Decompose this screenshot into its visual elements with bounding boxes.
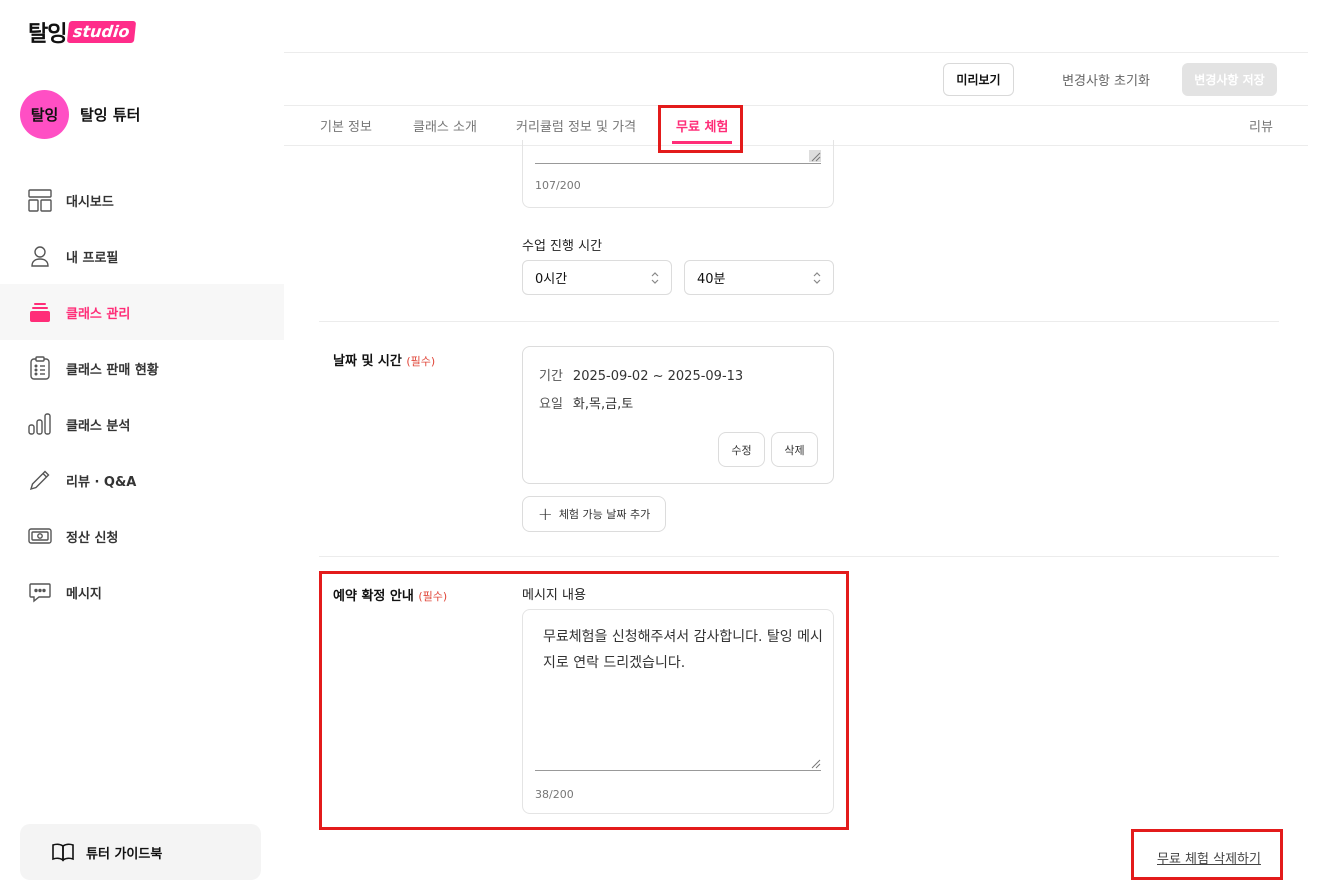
sidebar-item-settlement[interactable]: 정산 신청: [0, 508, 284, 564]
textarea-bottom-line: [535, 163, 821, 164]
select-chevron-icon: [813, 272, 821, 284]
tab-class-intro[interactable]: 클래스 소개: [413, 116, 477, 135]
sidebar-item-sales[interactable]: 클래스 판매 현황: [0, 340, 284, 396]
money-icon: [28, 524, 52, 548]
days-key: 요일: [539, 397, 563, 412]
book-icon: [52, 842, 74, 862]
schedule-section-label: 날짜 및 시간 (필수): [333, 350, 435, 369]
sidebar-item-label: 클래스 판매 현황: [66, 362, 159, 378]
intro-textarea-card[interactable]: 107/200: [522, 140, 834, 208]
period-row: 기간 2025-09-02 ~ 2025-09-13: [539, 365, 743, 384]
sidebar-nav: 대시보드 내 프로필 클래스 관리 클래스 판매 현황 클래스 분석 리뷰 · …: [0, 172, 284, 620]
sidebar-item-analytics[interactable]: 클래스 분석: [0, 396, 284, 452]
minutes-value: 40분: [697, 272, 726, 287]
reset-changes-button[interactable]: 변경사항 초기화: [1048, 63, 1164, 96]
bar-chart-icon: [28, 412, 52, 436]
avatar: 탈잉: [20, 90, 69, 139]
sidebar-item-label: 클래스 관리: [66, 306, 131, 322]
sidebar-item-label: 메시지: [66, 586, 102, 602]
sidebar-item-reviews[interactable]: 리뷰 · Q&A: [0, 452, 284, 508]
logo-studio-text: studio: [67, 21, 137, 43]
taling-studio-logo[interactable]: 탈잉 studio: [28, 16, 137, 48]
delete-date-button[interactable]: 삭제: [771, 432, 818, 467]
sidebar-item-label: 내 프로필: [66, 250, 119, 266]
edit-date-button[interactable]: 수정: [718, 432, 765, 467]
chat-icon: [28, 580, 52, 604]
tab-reviews[interactable]: 리뷰: [1249, 116, 1273, 135]
profile-name: 탈잉 튜터: [80, 106, 141, 124]
clipboard-icon: [28, 356, 52, 380]
profile[interactable]: 탈잉 탈잉 튜터: [20, 90, 140, 139]
minutes-select[interactable]: 40분: [684, 260, 834, 295]
sidebar-item-messages[interactable]: 메시지: [0, 564, 284, 620]
days-value: 화,목,금,토: [572, 397, 634, 412]
period-value: 2025-09-02 ~ 2025-09-13: [572, 369, 744, 384]
save-changes-button[interactable]: 변경사항 저장: [1182, 63, 1277, 96]
days-row: 요일 화,목,금,토: [539, 393, 633, 412]
hours-select[interactable]: 0시간: [522, 260, 672, 295]
sidebar-item-dashboard[interactable]: 대시보드: [0, 172, 284, 228]
header-top-divider: [284, 52, 1308, 53]
logo-main-text: 탈잉: [28, 22, 67, 47]
sidebar: 탈잉 studio 탈잉 탈잉 튜터 대시보드 내 프로필 클래스 관리 클래스…: [0, 0, 284, 896]
tab-basic-info[interactable]: 기본 정보: [320, 116, 372, 135]
sidebar-item-label: 리뷰 · Q&A: [66, 474, 137, 490]
tabs-top-divider: [284, 105, 1308, 106]
sidebar-item-profile[interactable]: 내 프로필: [0, 228, 284, 284]
sidebar-item-label: 대시보드: [66, 194, 114, 210]
section-divider: [319, 321, 1279, 322]
dashboard-icon: [28, 188, 52, 212]
sidebar-item-label: 클래스 분석: [66, 418, 131, 434]
tab-curriculum-price[interactable]: 커리큘럼 정보 및 가격: [516, 116, 636, 135]
select-chevron-icon: [651, 272, 659, 284]
intro-char-counter: 107/200: [535, 179, 581, 192]
add-trial-date-button[interactable]: + 체험 가능 날짜 추가: [522, 496, 666, 532]
user-icon: [28, 244, 52, 268]
guidebook-label: 튜터 가이드북: [86, 846, 163, 862]
hours-value: 0시간: [535, 272, 568, 287]
date-range-card: 기간 2025-09-02 ~ 2025-09-13 요일 화,목,금,토 수정 삭…: [522, 346, 834, 484]
pencil-icon: [28, 468, 52, 492]
sidebar-item-label: 정산 신청: [66, 530, 119, 546]
tutor-guidebook-button[interactable]: 튜터 가이드북: [20, 824, 261, 880]
required-mark: (필수): [406, 355, 436, 368]
preview-button[interactable]: 미리보기: [943, 63, 1014, 96]
sidebar-item-class-management[interactable]: 클래스 관리: [0, 284, 284, 340]
resize-handle-icon[interactable]: [809, 150, 821, 162]
section-divider: [319, 556, 1279, 557]
add-trial-date-label: 체험 가능 날짜 추가: [558, 508, 651, 521]
highlight-box-confirm-section: [319, 571, 849, 830]
highlight-box-delete-link: [1131, 829, 1283, 880]
plus-icon: +: [537, 503, 553, 525]
schedule-label-text: 날짜 및 시간: [333, 354, 402, 369]
period-key: 기간: [539, 369, 563, 384]
class-stack-icon: [28, 300, 52, 324]
duration-label: 수업 진행 시간: [522, 239, 603, 254]
